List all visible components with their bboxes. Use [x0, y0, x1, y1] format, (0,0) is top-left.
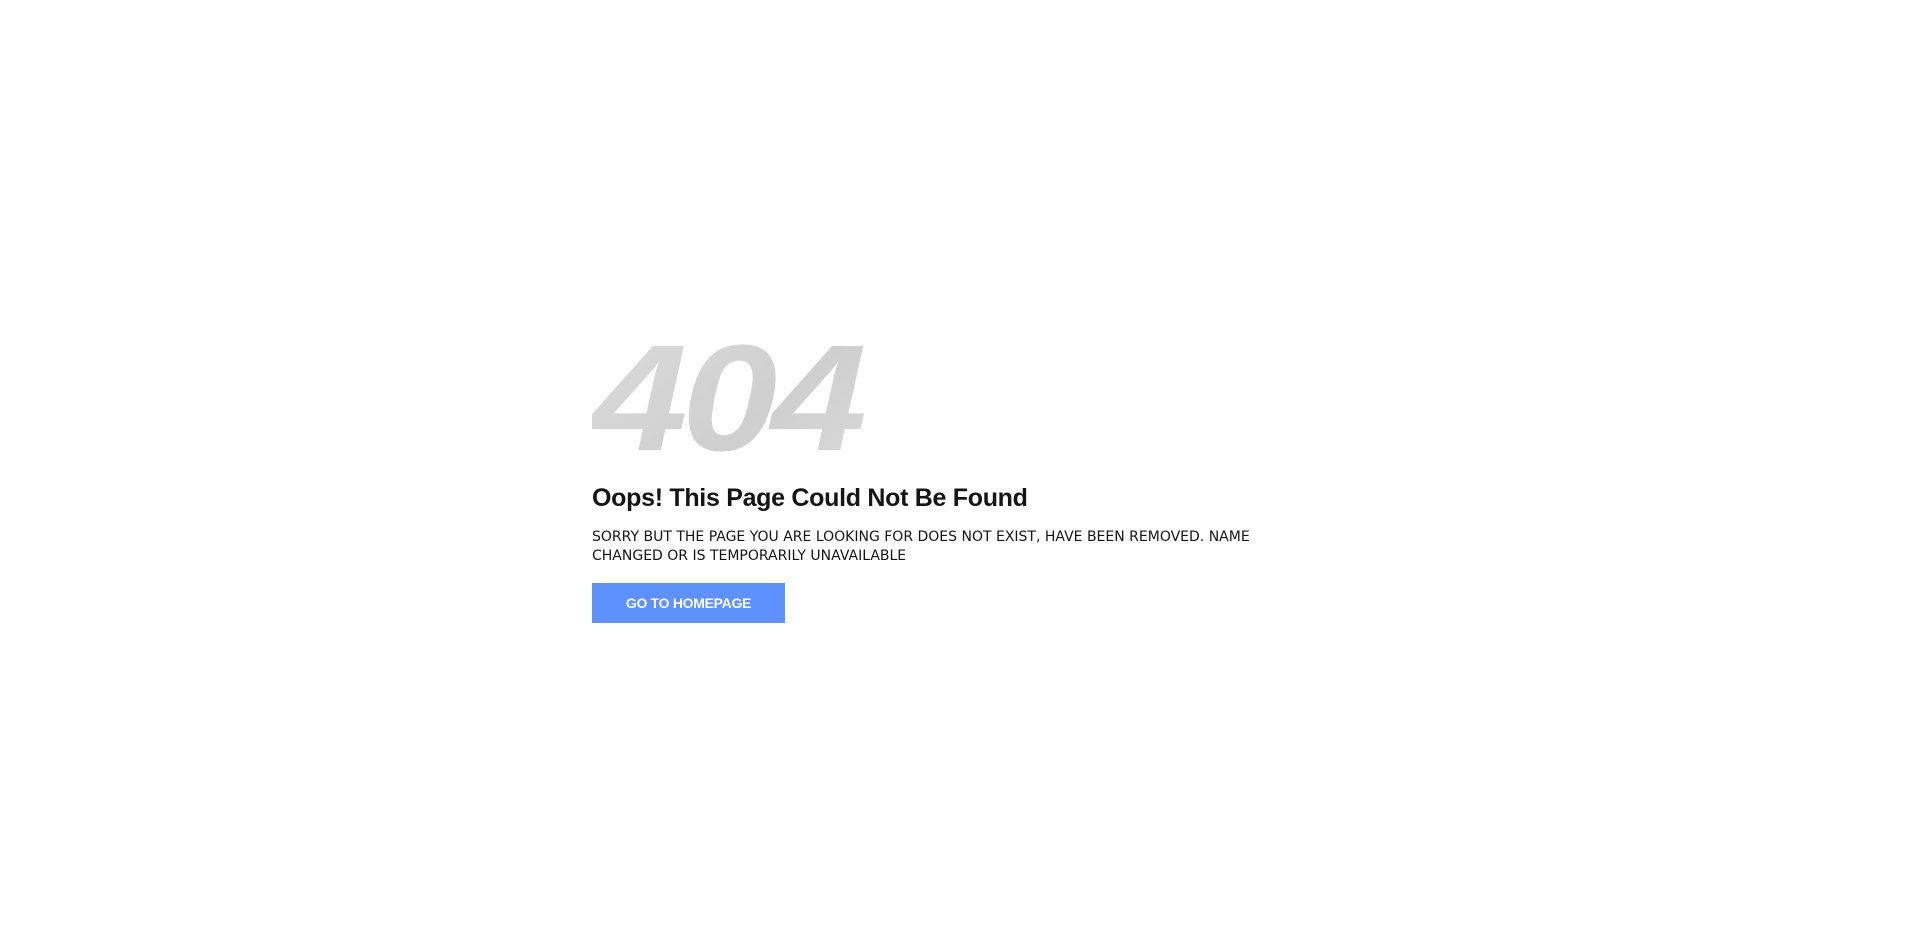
go-to-homepage-button[interactable]: GO TO HOMEPAGE [592, 583, 785, 623]
page: 404 Oops! This Page Could Not Be Found S… [0, 0, 1920, 933]
error-description: SORRY BUT THE PAGE YOU ARE LOOKING FOR D… [592, 529, 1250, 564]
error-code: 404 [592, 322, 1312, 473]
not-found-container: 404 Oops! This Page Could Not Be Found S… [592, 322, 1312, 623]
page-title: Oops! This Page Could Not Be Found [592, 484, 1028, 512]
